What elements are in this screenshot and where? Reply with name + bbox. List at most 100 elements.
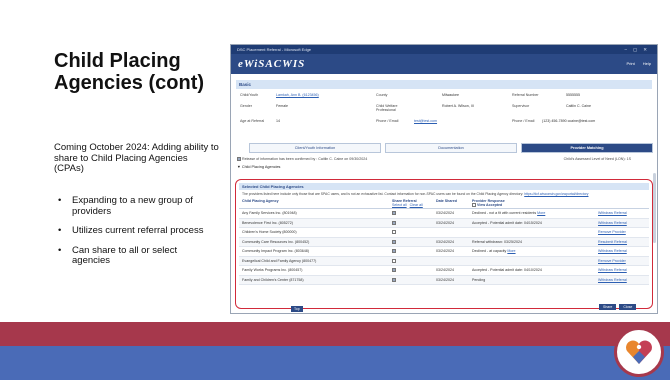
response-text: Declined - at capacity	[472, 249, 507, 254]
date-shared: 03/24/2024	[433, 218, 469, 229]
more-link[interactable]: More	[537, 211, 545, 215]
action-cell: Withdraw Referral	[595, 246, 649, 257]
window-titlebar: DSC Placement Referral - Microsoft Edge …	[231, 45, 657, 54]
action-cell: Remove Provider	[595, 256, 649, 267]
assessed-lon: Child's Assessed Level of Need (LON): 1S	[563, 157, 631, 161]
share-checkbox[interactable]	[392, 220, 396, 225]
table-row: Children's Home Society (800000) Remove …	[239, 227, 649, 238]
release-checkbox[interactable]	[237, 157, 241, 162]
agency-name: Community Care Resources Inc. (800452)	[239, 237, 389, 248]
more-link[interactable]: More	[507, 249, 515, 253]
table-row: Community Care Resources Inc. (800452) 03…	[239, 237, 649, 248]
phone-email-value[interactable]: test@test.com	[414, 119, 437, 123]
bullet-item: • Utilizes current referral process	[56, 225, 216, 237]
app-header: eWiSACWIS Print Help	[231, 54, 657, 74]
share-checkbox[interactable]	[392, 249, 396, 254]
share-cell	[389, 246, 433, 257]
tab-bar: Client/Youth Information Documentation P…	[249, 143, 653, 153]
footer-band-blue	[0, 346, 670, 380]
action-cell: Remove Provider	[595, 227, 649, 238]
share-cell	[389, 218, 433, 229]
bullet-dot-icon: •	[58, 225, 62, 236]
share-cell	[389, 227, 433, 238]
bullet-item: • Can share to all or select agencies	[56, 244, 216, 267]
row-action-link[interactable]: Remove Provider	[598, 259, 626, 263]
print-link[interactable]: Print	[627, 61, 635, 66]
table-row: Community Impact Program Inc. (803648) 03…	[239, 246, 649, 257]
tab-provider-matching[interactable]: Provider Matching	[521, 143, 653, 153]
date-shared: 03/24/2024	[433, 265, 469, 276]
col-agency: Child Placing Agency	[239, 198, 389, 210]
view-accepted-checkbox[interactable]	[472, 203, 476, 208]
cpa-section-toggle[interactable]: ▼ Child Placing Agencies	[237, 165, 280, 169]
response-text: Accepted - Potential admit date: 04/10/2…	[472, 268, 542, 273]
bullet-text: Can share to all or select agencies	[72, 244, 178, 266]
row-action-link[interactable]: Withdraw Referral	[598, 268, 627, 272]
agency-name: Family Works Programs Inc. (800457)	[239, 265, 389, 276]
phone-email-label-2: Phone / Email	[512, 119, 535, 123]
agency-name: Children's Home Society (800000)	[239, 227, 389, 238]
date-shared: 03/24/2024	[433, 246, 469, 257]
col-date: Date Shared	[433, 198, 469, 210]
referral-number-value: 5555555	[566, 93, 580, 97]
table-row: Family and Children's Center (871758) 03/…	[239, 275, 649, 286]
row-action-link[interactable]: Withdraw Referral	[598, 211, 627, 215]
date-shared: 03/24/2024	[433, 237, 469, 248]
tab-client-youth-information[interactable]: Client/Youth Information	[249, 143, 381, 153]
cwp-label: Child Welfare Professional	[376, 104, 398, 112]
close-button[interactable]: Close	[619, 304, 637, 310]
directory-link[interactable]: https://dcf.wisconsin.gov/cwportal/direc…	[524, 192, 588, 196]
bullet-list: • Expanding to a new group of providers •…	[56, 195, 216, 276]
agency-name: Any Family Services Inc. (801948)	[239, 208, 389, 219]
clear-all-link[interactable]: Clear all	[410, 203, 423, 207]
share-checkbox[interactable]	[392, 230, 396, 235]
provider-response: Referral withdrawn: 03/25/2024	[469, 237, 595, 248]
help-link[interactable]: Help	[643, 61, 651, 66]
share-cell	[389, 265, 433, 276]
tab-documentation[interactable]: Documentation	[385, 143, 517, 153]
child-youth-link[interactable]: Lamkah, Ann B. (6123456)	[276, 93, 319, 97]
row-action-link[interactable]: Withdraw Referral	[598, 249, 627, 253]
panel-header: Selected Child Placing Agencies	[239, 183, 649, 190]
panel-note: The providers listed here include only t…	[239, 190, 649, 198]
share-cell	[389, 275, 433, 286]
action-cell: Withdraw Referral	[595, 275, 649, 286]
table-row: Benevolence First Inc. (805272) 03/24/202…	[239, 218, 649, 229]
agency-name: Family and Children's Center (871758)	[239, 275, 389, 286]
share-checkbox[interactable]	[392, 268, 396, 273]
bullet-text: Expanding to a new group of providers	[72, 195, 193, 217]
row-action-link[interactable]: Resubmit Referral	[598, 240, 627, 244]
top-button[interactable]: Top	[291, 306, 303, 312]
scrollbar[interactable]	[653, 173, 656, 243]
app-brand: eWiSACWIS	[238, 58, 306, 70]
phone-email-label: Phone / Email	[376, 119, 399, 123]
col-response: Provider Response View Accepted	[469, 198, 595, 210]
share-button[interactable]: Share	[599, 304, 617, 310]
row-action-link[interactable]: Withdraw Referral	[598, 221, 627, 225]
basic-fields: Child/Youth Lamkah, Ann B. (6123456) Cou…	[236, 89, 652, 137]
row-action-link[interactable]: Withdraw Referral	[598, 278, 627, 282]
date-shared: 03/24/2024	[433, 275, 469, 286]
agency-name: Community Impact Program Inc. (803648)	[239, 246, 389, 257]
action-cell: Withdraw Referral	[595, 265, 649, 276]
action-cell: Withdraw Referral	[595, 208, 649, 219]
bullet-dot-icon: •	[58, 195, 62, 206]
share-checkbox[interactable]	[392, 258, 396, 263]
cpa-table: Child Placing Agency Share Referral Sele…	[239, 198, 649, 286]
response-text: Pending	[472, 277, 486, 282]
share-checkbox[interactable]	[392, 239, 396, 244]
date-shared	[433, 256, 469, 267]
window-controls[interactable]: –▢✕	[624, 45, 653, 54]
footer-band-red	[0, 322, 670, 346]
select-all-link[interactable]: Select all	[392, 203, 407, 207]
share-cell	[389, 256, 433, 267]
table-row: Any Family Services Inc. (801948) 03/24/2…	[239, 208, 649, 219]
release-confirmation: Release of information has been confirme…	[237, 157, 367, 162]
provider-response	[469, 256, 595, 267]
age-value: 14	[276, 119, 280, 123]
share-checkbox[interactable]	[392, 277, 396, 282]
share-checkbox[interactable]	[392, 211, 396, 216]
row-action-link[interactable]: Remove Provider	[598, 230, 626, 234]
share-cell	[389, 237, 433, 248]
supervisor-value: Caitlin C. Caine	[566, 104, 591, 108]
